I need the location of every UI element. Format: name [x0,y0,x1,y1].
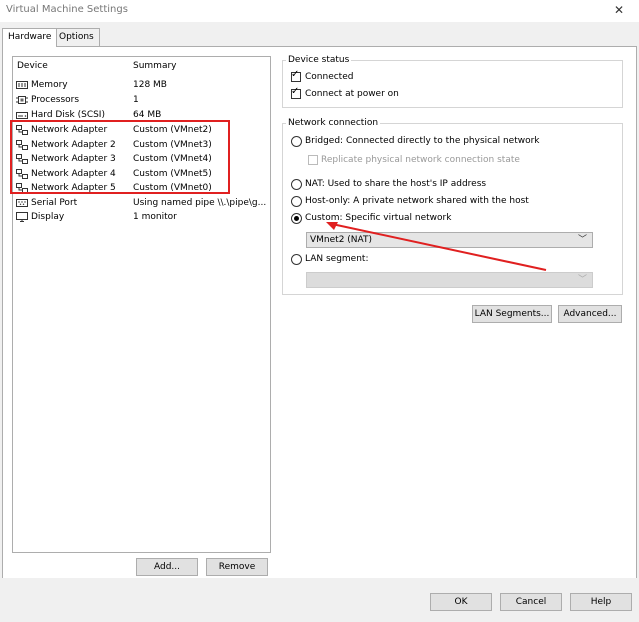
remove-button[interactable]: Remove [206,558,268,576]
device-row-processors[interactable]: Processors 1 [13,93,270,107]
host-only-label: Host-only: A private network shared with… [305,196,529,206]
tab-hardware[interactable]: Hardware [2,28,58,47]
connected-checkbox[interactable]: ✓ [291,69,301,82]
serial-port-icon [16,199,28,207]
processor-icon [16,96,28,104]
device-name: Display [31,212,65,222]
add-button[interactable]: Add... [136,558,198,576]
connect-at-power-on-label: Connect at power on [305,89,399,99]
annotation-arrow [326,222,547,271]
checkmark-icon: ✓ [291,86,300,97]
column-header-device: Device [17,61,48,71]
chevron-down-icon: ﹀ [577,275,587,285]
device-row-display[interactable]: Display 1 monitor [13,210,270,224]
network-adapters-highlight [10,120,230,194]
ok-button[interactable]: OK [430,593,492,611]
device-row-memory[interactable]: Memory 128 MB [13,78,270,92]
nat-radio[interactable] [291,179,302,190]
checkmark-icon: ✓ [291,69,300,80]
close-icon[interactable]: ✕ [604,2,634,18]
radio-selected-dot [294,216,299,221]
device-summary: 1 [133,95,139,105]
nat-label: NAT: Used to share the host's IP address [305,179,487,189]
tab-options[interactable]: Options [53,28,100,46]
memory-icon [16,81,28,89]
advanced-button[interactable]: Advanced... [558,305,622,323]
device-summary: 128 MB [133,80,167,90]
device-status-group [282,60,623,108]
bridged-radio[interactable] [291,136,302,147]
display-icon [16,212,28,222]
network-connection-title: Network connection [286,118,381,128]
replicate-checkbox[interactable] [308,155,318,165]
connected-label: Connected [305,72,354,82]
custom-radio[interactable] [291,213,302,224]
window-title: Virtual Machine Settings [6,4,128,15]
device-name: Memory [31,80,68,90]
device-summary: 1 monitor [133,212,177,222]
device-name: Processors [31,95,80,105]
device-name: Serial Port [31,198,78,208]
host-only-radio[interactable] [291,196,302,207]
bridged-label: Bridged: Connected directly to the physi… [305,136,540,146]
device-summary: Using named pipe \\.\pipe\g... [133,198,267,208]
help-button[interactable]: Help [570,593,632,611]
chevron-down-icon: ﹀ [577,235,587,245]
lan-segments-button[interactable]: LAN Segments... [472,305,552,323]
lan-segment-radio[interactable] [291,254,302,265]
column-header-summary: Summary [133,61,177,71]
cancel-button[interactable]: Cancel [500,593,562,611]
replicate-label: Replicate physical network connection st… [321,155,520,165]
device-status-title: Device status [286,55,352,65]
connect-at-power-on-checkbox[interactable]: ✓ [291,86,301,99]
hard-disk-icon [16,112,28,119]
device-row-serial-port[interactable]: Serial Port Using named pipe \\.\pipe\g.… [13,196,270,210]
